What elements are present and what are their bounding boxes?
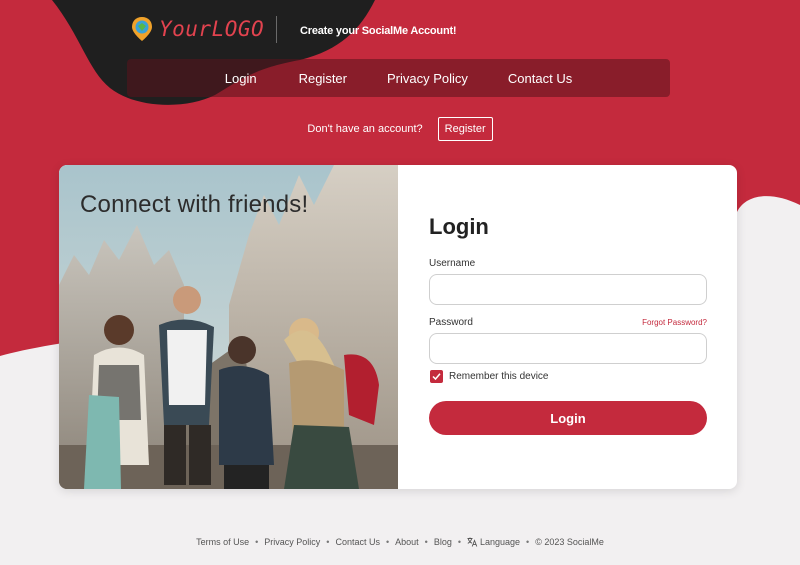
footer-blog-link[interactable]: Blog [434, 537, 452, 547]
translate-icon [467, 537, 478, 547]
check-icon [432, 373, 441, 381]
password-input[interactable] [429, 333, 707, 364]
username-label: Username [429, 258, 476, 269]
signup-prompt: Don't have an account? [307, 123, 423, 135]
footer-separator: • [424, 537, 428, 547]
main-navbar: Login Register Privacy Policy Contact Us [127, 59, 670, 97]
hero-photo: Connect with friends! [59, 165, 398, 489]
hero-headline: Connect with friends! [80, 191, 309, 218]
nav-login[interactable]: Login [205, 71, 279, 86]
footer-language-link[interactable]: Language [467, 537, 520, 547]
footer-separator: • [385, 537, 390, 547]
forgot-password-link[interactable]: Forgot Password? [642, 318, 707, 327]
login-form: Login Username Password Forgot Password?… [429, 165, 707, 489]
login-submit-button[interactable]: Login [429, 401, 707, 435]
logo-text: YourLOGO [159, 17, 265, 41]
footer-privacy-link[interactable]: Privacy Policy [264, 537, 320, 547]
footer-contact-link[interactable]: Contact Us [335, 537, 380, 547]
password-label: Password [429, 317, 473, 328]
login-card: Connect with friends! Login Username Pas… [59, 165, 737, 489]
username-input[interactable] [429, 274, 707, 305]
header-divider [276, 16, 277, 43]
footer-language-label: Language [480, 537, 521, 547]
form-title: Login [429, 214, 489, 239]
nav-register[interactable]: Register [279, 71, 367, 86]
footer-about-link[interactable]: About [395, 537, 419, 547]
signup-prompt-row: Don't have an account? Register [0, 117, 800, 141]
nav-contact-us[interactable]: Contact Us [488, 71, 592, 86]
map-pin-logo-icon [132, 17, 152, 41]
footer-terms-link[interactable]: Terms of Use [196, 537, 249, 547]
footer: Terms of Use • Privacy Policy • Contact … [0, 537, 800, 547]
nav-privacy-policy[interactable]: Privacy Policy [367, 71, 488, 86]
footer-separator: • [457, 537, 461, 547]
brand-logo[interactable]: YourLOGO [131, 16, 264, 42]
remember-device-row[interactable]: Remember this device [430, 370, 548, 383]
remember-label: Remember this device [449, 371, 549, 382]
header-tagline: Create your SocialMe Account! [300, 25, 457, 37]
footer-separator: • [526, 537, 530, 547]
footer-separator: • [326, 537, 330, 547]
remember-checkbox[interactable] [430, 370, 443, 383]
register-button[interactable]: Register [437, 117, 493, 141]
footer-copyright: © 2023 SocialMe [535, 537, 604, 547]
footer-separator: • [255, 537, 259, 547]
